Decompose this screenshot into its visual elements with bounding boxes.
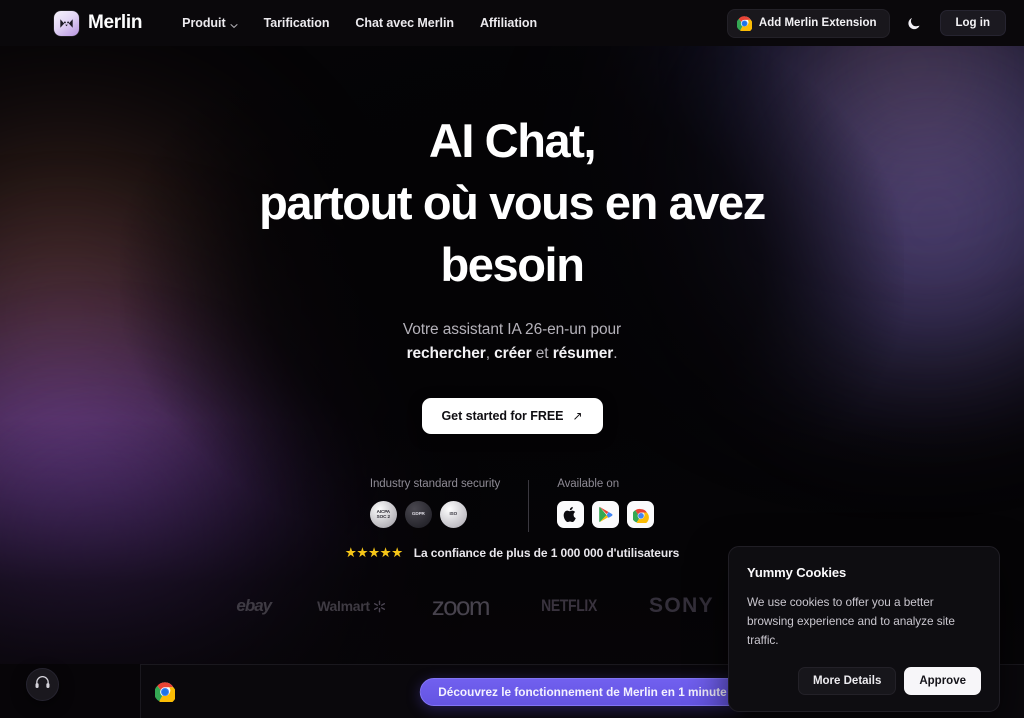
chevron-down-icon <box>230 19 238 29</box>
gdpr-badge-line1: GDPR <box>411 511 425 517</box>
cookie-consent-banner: Yummy Cookies We use cookies to offer yo… <box>728 546 1000 712</box>
brand-logo[interactable]: Merlin <box>54 10 143 36</box>
security-badge-row: AICPA SOC 2 GDPR ISO <box>369 501 467 528</box>
login-button[interactable]: Log in <box>939 10 1006 36</box>
hero-title-line-1: AI Chat, <box>428 114 597 167</box>
merlin-mask-icon <box>54 10 79 36</box>
chrome-icon <box>154 681 177 704</box>
add-merlin-extension-label: Add Merlin Extension <box>758 17 877 29</box>
app-store-icon[interactable] <box>557 501 585 528</box>
nav-item-label: Tarification <box>263 16 330 30</box>
hero-subtitle-sep-2: et <box>531 345 553 362</box>
hero-subtitle-lead: Votre assistant IA 26-en-un pour <box>402 321 622 338</box>
watch-demo-button[interactable]: Découvrez le fonctionnement de Merlin en… <box>419 677 746 706</box>
nav-item-label: Chat avec Merlin <box>355 16 454 30</box>
rating-text: La confiance de plus de 1 000 000 d'util… <box>413 546 680 560</box>
support-widget-button[interactable] <box>26 668 59 701</box>
store-badge-row <box>557 501 655 528</box>
hero-section: AI Chat, partout où vous en avez besoin … <box>0 46 1024 560</box>
trust-divider <box>528 480 530 532</box>
hero-subtitle-strong-resumer: résumer <box>552 345 614 362</box>
headphones-icon <box>34 674 51 696</box>
more-details-button[interactable]: More Details <box>797 667 897 695</box>
hero-subtitle-strong-rechercher: rechercher <box>406 345 486 362</box>
nav-item-produit[interactable]: Produit <box>182 16 238 30</box>
iso-badge-line1: ISO <box>449 511 458 517</box>
nav-item-label: Produit <box>182 16 226 30</box>
page-title: AI Chat, partout où vous en avez besoin <box>202 110 822 296</box>
navbar-actions: Add Merlin Extension Log in <box>726 8 1006 38</box>
hero-subtitle-tail: . <box>613 345 618 362</box>
arrow-up-right-icon: ↗ <box>572 409 583 423</box>
chrome-icon <box>736 15 753 33</box>
get-started-button[interactable]: Get started for FREE ↗ <box>421 398 603 434</box>
hero-title-line-3: besoin <box>440 238 584 291</box>
nav-item-label: Affiliation <box>479 16 538 30</box>
logo-sony: SONY <box>648 594 715 617</box>
hero-subtitle-sep-1: , <box>485 345 495 362</box>
gdpr-badge: GDPR <box>404 501 432 528</box>
logo-netflix: NETFLIX <box>541 596 597 615</box>
chrome-web-store-icon[interactable] <box>627 501 655 528</box>
logo-walmart: Walmart <box>317 598 386 614</box>
nav-item-chat-avec-merlin[interactable]: Chat avec Merlin <box>355 16 454 30</box>
rating-row: ★★★★★ La confiance de plus de 1 000 000 … <box>345 546 680 560</box>
soc2-badge-line2: SOC 2 <box>376 513 390 519</box>
bottom-left-rail <box>0 664 140 718</box>
primary-nav: Produit Tarification Chat avec Merlin Af… <box>182 16 537 30</box>
moon-icon[interactable] <box>902 10 928 36</box>
security-column: Industry standard security AICPA SOC 2 G… <box>369 478 501 528</box>
available-on-column: Available on <box>557 478 655 528</box>
cookie-banner-title: Yummy Cookies <box>747 565 847 580</box>
logo-zoom: zoom <box>431 590 491 621</box>
trust-row: Industry standard security AICPA SOC 2 G… <box>369 478 655 532</box>
cookie-banner-body: We use cookies to offer you a better bro… <box>747 595 955 647</box>
brand-name: Merlin <box>88 12 143 33</box>
get-started-label: Get started for FREE <box>441 409 564 423</box>
nav-item-tarification[interactable]: Tarification <box>264 16 330 30</box>
approve-cookies-button[interactable]: Approve <box>904 667 981 695</box>
soc2-badge: AICPA SOC 2 <box>369 501 397 528</box>
logo-ebay: ebay <box>236 596 272 615</box>
nav-item-affiliation[interactable]: Affiliation <box>480 16 537 30</box>
iso-badge: ISO <box>439 501 467 528</box>
page-root: Merlin Produit Tarification Chat avec Me… <box>0 0 1024 718</box>
cookie-banner-actions: More Details Approve <box>747 667 981 695</box>
walmart-spark-icon <box>373 600 386 613</box>
security-label: Industry standard security <box>369 478 501 490</box>
available-on-label: Available on <box>557 478 620 490</box>
add-merlin-extension-button[interactable]: Add Merlin Extension <box>726 8 890 38</box>
google-play-icon[interactable] <box>592 501 620 528</box>
hero-subtitle: Votre assistant IA 26-en-un pour recherc… <box>403 318 621 366</box>
hero-subtitle-strong-creer: créer <box>494 345 532 362</box>
logo-walmart-label: Walmart <box>317 598 370 614</box>
hero-title-line-2: partout où vous en avez <box>259 176 766 229</box>
site-navbar: Merlin Produit Tarification Chat avec Me… <box>0 0 1024 46</box>
star-rating-icon: ★★★★★ <box>344 545 404 561</box>
